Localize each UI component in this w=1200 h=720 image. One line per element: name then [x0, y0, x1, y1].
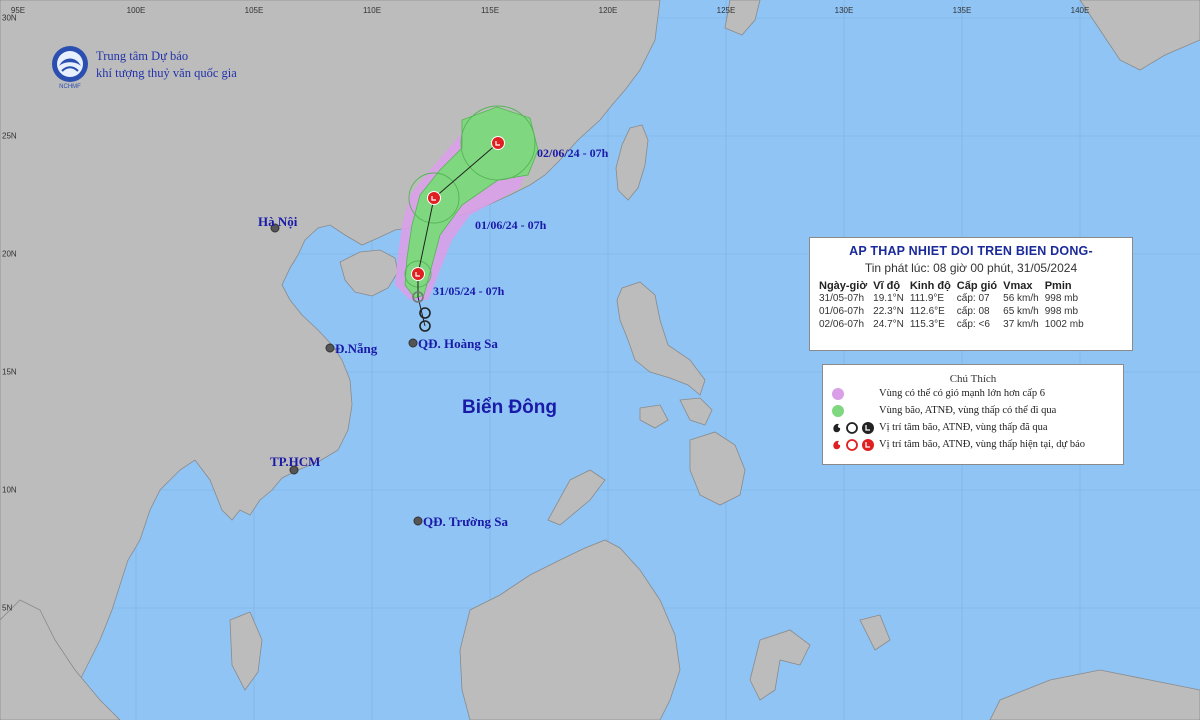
lon-label: 100E: [126, 6, 146, 15]
lon-label: 115E: [480, 6, 500, 15]
past-center-symbols-icon: [833, 421, 874, 434]
hcm-label: TP.HCM: [270, 454, 321, 469]
table-cell: 1002 mb: [1044, 319, 1084, 330]
table-cell: 02/06-07h: [819, 319, 865, 330]
table-cell: 31/05-07h: [819, 293, 865, 304]
lon-label: 125E: [716, 6, 736, 15]
danang-marker: [325, 343, 335, 353]
table-row: 01/06-07h 22.3°N 112.6°E cấp: 08 65 km/h…: [819, 305, 1090, 318]
track-label-day3: 02/06/24 - 07h: [537, 146, 609, 160]
info-issued: Tin phát lúc: 08 giờ 00 phút, 31/05/2024: [864, 261, 1078, 275]
lat-label: 10N: [2, 485, 17, 495]
lat-label: 25N: [2, 131, 17, 141]
legend-item-track-zone: Vùng bão, ATNĐ, vùng thấp có thể đi qua: [823, 402, 1123, 419]
legend-box: Chú Thích Vùng có thể có gió mạnh lớn hơ…: [822, 364, 1124, 465]
col-header: Vmax: [1003, 280, 1033, 292]
table-cell: 24.7°N: [873, 319, 904, 330]
table-cell: cấp: 07: [956, 293, 990, 304]
table-cell: 111.9°E: [909, 293, 945, 304]
legend-item-label: Vùng có thể có gió mạnh lớn hơn cấp 6: [879, 388, 1045, 399]
table-cell: 998 mb: [1044, 293, 1079, 304]
legend-title: Chú Thích: [949, 373, 997, 385]
info-title: AP THAP NHIET DOI TREN BIEN DONG-: [849, 244, 1093, 258]
hanoi-label: Hà Nội: [258, 214, 298, 229]
logo-abbr: NCHMF: [59, 84, 81, 90]
purple-dot-icon: [832, 387, 844, 400]
lon-label: 140E: [1070, 6, 1090, 15]
lon-label: 110E: [362, 6, 382, 15]
table-row: 31/05-07h 19.1°N 111.9°E cấp: 07 56 km/h…: [819, 292, 1090, 305]
map-canvas: [0, 0, 1200, 720]
hoangsa-marker: [408, 338, 418, 348]
logo-line-2: khí tượng thuỷ văn quốc gia: [96, 66, 237, 80]
legend-item-label: Vị trí tâm bão, ATNĐ, vùng thấp đã qua: [879, 422, 1048, 433]
table-cell: 65 km/h: [1003, 306, 1039, 317]
table-cell: 22.3°N: [873, 306, 904, 317]
hoangsa-label: QĐ. Hoàng Sa: [418, 336, 498, 351]
table-cell: 37 km/h: [1003, 319, 1039, 330]
table-cell: 998 mb: [1044, 306, 1079, 317]
track-label-day1: 31/05/24 - 07h: [433, 284, 505, 298]
lon-label: 105E: [244, 6, 264, 15]
lat-label: 5N: [2, 603, 13, 613]
col-header: Kinh độ: [909, 280, 951, 292]
lat-label: 20N: [2, 249, 17, 259]
legend-item-label: Vị trí tâm bão, ATNĐ, vùng thấp hiện tại…: [879, 439, 1086, 450]
danang-label: Đ.Nẵng: [335, 341, 378, 356]
table-cell: 19.1°N: [873, 293, 904, 304]
current-center-symbols-icon: [833, 438, 874, 451]
table-row: 02/06-07h 24.7°N 115.3°E cấp: <6 37 km/h…: [819, 318, 1090, 331]
legend-item-current-center: Vị trí tâm bão, ATNĐ, vùng thấp hiện tại…: [823, 436, 1123, 453]
table-header-row: Ngày-giờ Vĩ độ Kinh độ Cấp gió Vmax Pmin: [819, 280, 1090, 292]
forecast-table: Ngày-giờ Vĩ độ Kinh độ Cấp gió Vmax Pmin…: [819, 280, 1090, 331]
col-header: Vĩ độ: [873, 280, 901, 292]
forecast-info-box: AP THAP NHIET DOI TREN BIEN DONG- Tin ph…: [809, 237, 1133, 351]
lon-label: 120E: [598, 6, 618, 15]
truongsa-label: QĐ. Trường Sa: [423, 514, 508, 529]
truongsa-marker: [413, 516, 423, 526]
lon-label: 130E: [834, 6, 854, 15]
col-header: Pmin: [1044, 280, 1072, 292]
green-dot-icon: [832, 404, 844, 417]
sea-name: Biển Đông: [462, 397, 557, 418]
nchmf-logo: NCHMF Trung tâm Dự báo khí tượng thuỷ vă…: [50, 44, 237, 90]
logo-line-1: Trung tâm Dự báo: [96, 49, 189, 63]
lat-label: 30N: [2, 13, 17, 23]
lat-label: 15N: [2, 367, 17, 377]
track-label-day2: 01/06/24 - 07h: [475, 218, 547, 232]
table-cell: cấp: 08: [956, 306, 990, 317]
lon-label: 135E: [952, 6, 972, 15]
table-cell: 01/06-07h: [819, 306, 865, 317]
table-cell: 115.3°E: [909, 319, 945, 330]
table-cell: 112.6°E: [909, 306, 945, 317]
legend-item-label: Vùng bão, ATNĐ, vùng thấp có thể đi qua: [879, 405, 1057, 416]
table-cell: cấp: <6: [956, 319, 990, 330]
col-header: Cấp gió: [956, 280, 998, 292]
legend-item-past-center: Vị trí tâm bão, ATNĐ, vùng thấp đã qua: [823, 419, 1123, 436]
legend-item-wind-zone: Vùng có thể có gió mạnh lớn hơn cấp 6: [823, 385, 1123, 402]
table-cell: 56 km/h: [1003, 293, 1039, 304]
nchmf-emblem-icon: NCHMF: [52, 46, 88, 90]
col-header: Ngày-giờ: [819, 280, 868, 292]
